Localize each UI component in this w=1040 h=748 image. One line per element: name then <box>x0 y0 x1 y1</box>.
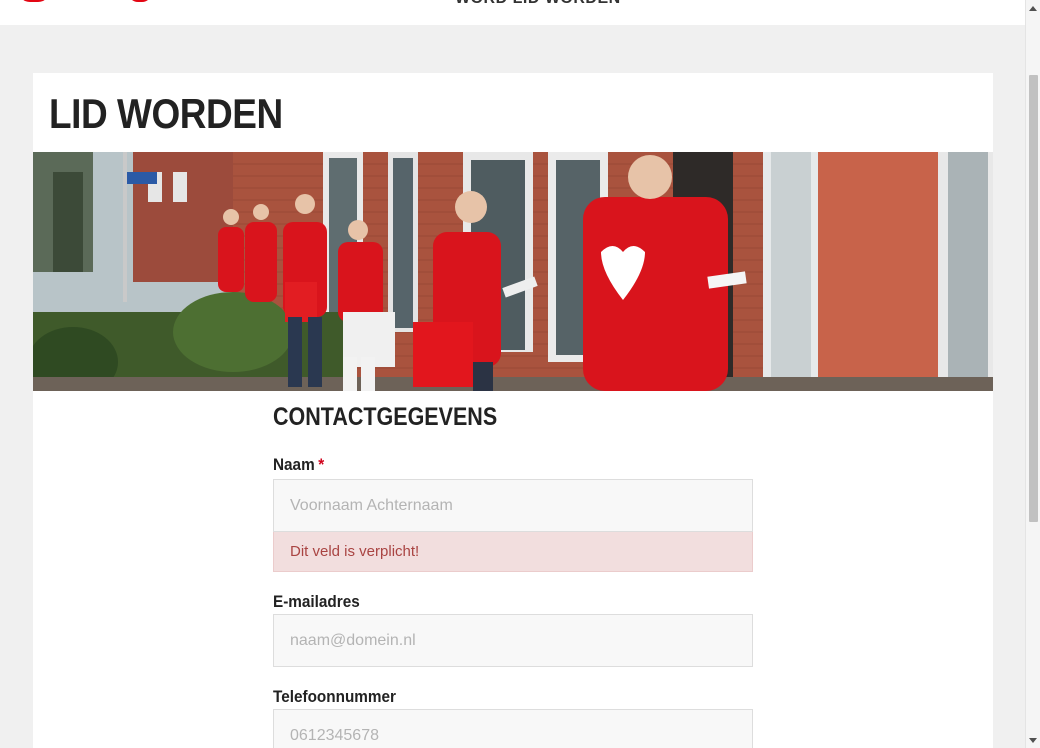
naam-placeholder: Voornaam Achternaam <box>290 496 453 514</box>
field-telefoon: Telefoonnummer 0612345678 <box>273 687 753 748</box>
email-input[interactable]: naam@domein.nl <box>273 614 753 667</box>
membership-form: CONTACTGEGEVENS Naam * Voornaam Achternaa… <box>273 403 753 748</box>
required-marker: * <box>318 455 325 474</box>
naam-label: Naam * <box>273 455 705 479</box>
content-card: LID WORDEN CONTACTGEGEVENS Naam * Voorna… <box>33 73 993 748</box>
scrollbar[interactable] <box>1025 0 1040 748</box>
field-email: E-mailadres naam@domein.nl <box>273 592 753 667</box>
naam-input[interactable]: Voornaam Achternaam <box>273 479 753 532</box>
scroll-down-arrow-icon[interactable] <box>1029 738 1037 743</box>
telefoon-placeholder: 0612345678 <box>290 726 379 744</box>
naam-label-text: Naam <box>273 455 315 474</box>
site-header: WORD LID WORDEN <box>0 0 1025 25</box>
logo-mark <box>128 0 152 2</box>
page-title: LID WORDEN <box>49 90 283 137</box>
email-label: E-mailadres <box>273 592 360 611</box>
hero-image <box>33 152 993 391</box>
telefoon-input[interactable]: 0612345678 <box>273 709 753 748</box>
scroll-up-arrow-icon[interactable] <box>1029 6 1037 11</box>
scrollbar-thumb[interactable] <box>1029 75 1038 522</box>
field-naam: Naam * Voornaam Achternaam Dit veld is ve… <box>273 455 753 572</box>
logo[interactable] <box>18 0 50 2</box>
telefoon-label: Telefoonnummer <box>273 687 396 706</box>
naam-error-text: Dit veld is verplicht! <box>290 543 420 560</box>
header-nav-link[interactable]: WORD LID WORDEN <box>455 0 621 8</box>
email-placeholder: naam@domein.nl <box>290 631 416 649</box>
naam-error-message: Dit veld is verplicht! <box>273 532 753 572</box>
section-title-contact: CONTACTGEGEVENS <box>273 403 498 431</box>
